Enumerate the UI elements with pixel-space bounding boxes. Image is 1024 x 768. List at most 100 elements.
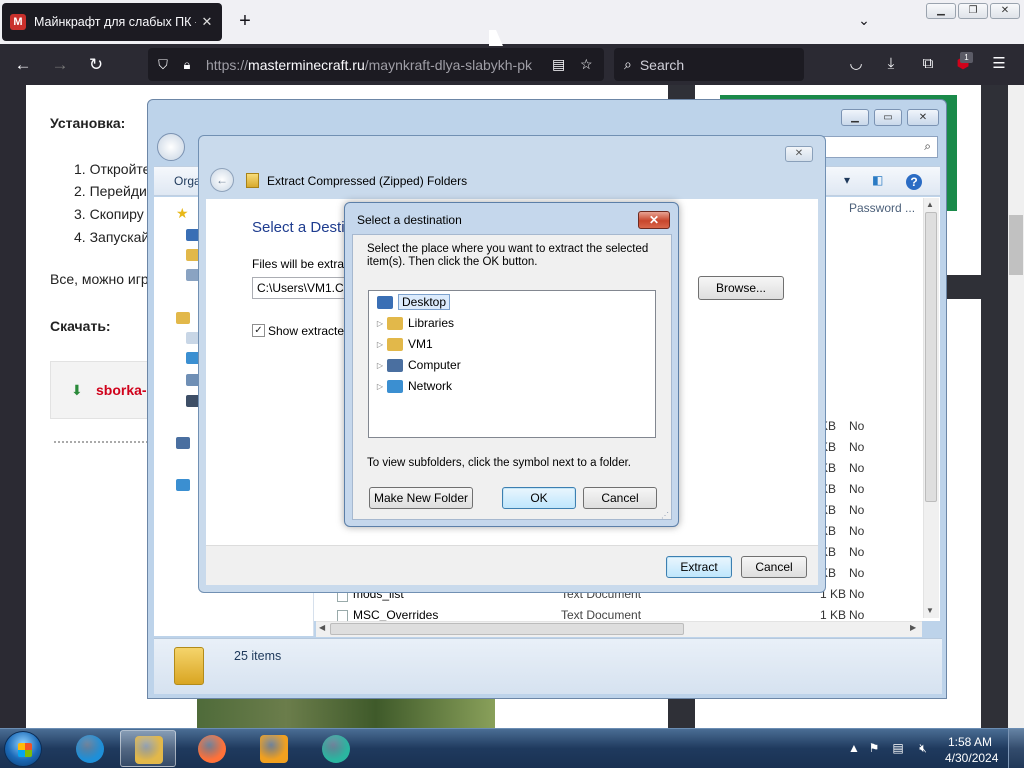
expand-arrow-icon[interactable]: ▷ — [375, 340, 385, 349]
file-list-horizontal-scroll-thumb[interactable] — [330, 623, 684, 635]
taskbar-firefox-button[interactable] — [184, 730, 240, 767]
help-icon[interactable]: ? — [906, 174, 922, 190]
lock-icon[interactable]: 🔒︎ — [178, 57, 196, 73]
file-password-protected: No — [849, 587, 865, 601]
reload-icon[interactable]: ↻ — [83, 52, 109, 78]
network-status-icon[interactable]: ▤ — [891, 741, 905, 755]
explorer-minimize-button[interactable]: ▁ — [841, 109, 869, 126]
taskbar-internet-explorer-button[interactable] — [62, 730, 118, 767]
new-tab-button[interactable]: + — [234, 10, 256, 32]
view-options-chevron-icon[interactable]: ▾ — [844, 173, 850, 187]
extract-button[interactable]: Extract — [666, 556, 732, 578]
scroll-down-arrow-icon[interactable]: ▼ — [926, 606, 934, 615]
download-box[interactable]: ⬇ sborka- — [50, 361, 160, 419]
network-icon — [387, 379, 403, 393]
wizard-back-arrow-icon[interactable]: ← — [210, 168, 234, 192]
clock-time[interactable]: 1:58 AM — [948, 735, 992, 749]
file-list-vertical-scroll-thumb[interactable] — [925, 212, 937, 502]
computer-icon[interactable] — [176, 437, 190, 449]
computer-icon — [387, 358, 403, 372]
tree-item-vm1[interactable]: ▷ VM1 — [375, 334, 433, 354]
window-restore-button[interactable]: ❐ — [958, 3, 988, 19]
wizard-cancel-button[interactable]: Cancel — [741, 556, 807, 578]
show-hidden-icons-icon[interactable]: ▲ — [847, 741, 861, 755]
back-arrow-icon[interactable]: ← — [10, 52, 36, 78]
extensions-icon[interactable]: ⧉ — [917, 53, 939, 75]
item-count: 25 items — [234, 649, 282, 663]
windows-logo-icon — [18, 743, 32, 757]
downloads-icon[interactable]: ⤓ — [880, 53, 902, 75]
scroll-up-arrow-icon[interactable]: ▲ — [926, 200, 934, 209]
tree-item-network[interactable]: ▷ Network — [375, 376, 452, 396]
file-password-protected: No — [849, 608, 865, 622]
explorer-status-bar: 25 items — [154, 638, 942, 694]
menu-hamburger-icon[interactable]: ☰ — [988, 53, 1010, 75]
expand-arrow-icon[interactable]: ▷ — [375, 361, 385, 370]
browser-tab-active[interactable]: М Майнкрафт для слабых ПК - М ✕ — [2, 3, 222, 41]
window-close-button[interactable]: ✕ — [990, 3, 1020, 19]
pocket-icon[interactable]: ◡ — [845, 53, 867, 75]
start-button[interactable] — [4, 731, 42, 767]
browser-tab-bar: М Майнкрафт для слабых ПК - М ✕ + ⌄ ▁ ❐ … — [0, 0, 1024, 44]
desktop-icon — [377, 295, 393, 309]
list-all-tabs-chevron-icon[interactable]: ⌄ — [854, 12, 874, 32]
expand-arrow-icon[interactable]: ▷ — [375, 382, 385, 391]
search-icon: ⌕ — [924, 139, 931, 153]
file-explorer-icon — [135, 736, 163, 764]
browse-button[interactable]: Browse... — [698, 276, 784, 300]
libraries-icon[interactable] — [176, 312, 190, 324]
destination-label: Files will be extracte — [252, 257, 357, 271]
url-text[interactable]: https://masterminecraft.ru/maynkraft-dly… — [206, 57, 538, 73]
show-extracted-checkbox[interactable]: ✓ — [252, 324, 265, 337]
favorites-star-icon[interactable]: ★ — [176, 205, 189, 222]
column-header-password[interactable]: Password ... — [849, 201, 915, 215]
resize-grip-icon[interactable]: ⋰ — [661, 511, 669, 520]
libraries-icon — [387, 316, 403, 330]
url-bar[interactable]: ⛉ 🔒︎ https://masterminecraft.ru/maynkraf… — [148, 48, 604, 81]
dialog-close-button[interactable]: ✕ — [638, 211, 670, 229]
taskbar-app-green-button[interactable] — [308, 730, 364, 767]
explorer-back-icon[interactable] — [157, 133, 185, 161]
organize-menu[interactable]: Orga — [174, 174, 201, 188]
tree-item-desktop[interactable]: Desktop — [375, 292, 451, 312]
taskbar-file-explorer-button[interactable] — [120, 730, 176, 767]
taskbar-media-player-button[interactable] — [246, 730, 302, 767]
dialog-cancel-button[interactable]: Cancel — [583, 487, 657, 509]
volume-muted-icon[interactable]: 🔇︎ — [916, 741, 930, 755]
page-scrollbar-thumb[interactable] — [1009, 215, 1023, 275]
explorer-close-button[interactable]: ✕ — [907, 109, 939, 126]
browser-navigation-bar: ← → ↻ ⛉ 🔒︎ https://masterminecraft.ru/ma… — [0, 44, 1024, 85]
explorer-search-input[interactable]: ⌕ — [818, 136, 938, 158]
scroll-right-arrow-icon[interactable]: ▶ — [910, 623, 916, 632]
clock-date[interactable]: 4/30/2024 — [945, 751, 998, 765]
preview-pane-icon[interactable]: ◧ — [872, 173, 883, 187]
download-link[interactable]: sborka- — [96, 382, 147, 398]
tree-item-computer[interactable]: ▷ Computer — [375, 355, 461, 375]
tree-item-label: Computer — [408, 358, 461, 372]
page-scrollbar[interactable] — [1008, 85, 1024, 728]
bookmark-star-icon[interactable]: ☆ — [580, 56, 593, 73]
forward-arrow-icon[interactable]: → — [47, 52, 73, 78]
shield-icon[interactable]: ⛉ — [154, 57, 172, 73]
ok-button[interactable]: OK — [502, 487, 576, 509]
reader-view-icon[interactable]: ▤ — [552, 56, 565, 73]
site-favicon-icon: М — [10, 14, 26, 30]
scroll-left-arrow-icon[interactable]: ◀ — [319, 623, 325, 632]
network-icon[interactable] — [176, 479, 190, 491]
show-desktop-button[interactable] — [1008, 729, 1024, 768]
search-input[interactable]: ⌕ Search — [614, 48, 804, 81]
window-minimize-button[interactable]: ▁ — [926, 3, 956, 19]
tree-item-label: Libraries — [408, 316, 455, 330]
select-destination-dialog[interactable]: Select a destination ✕ Select the place … — [344, 202, 679, 527]
expand-arrow-icon[interactable]: ▷ — [375, 319, 385, 328]
tree-item-libraries[interactable]: ▷ Libraries — [375, 313, 454, 333]
action-center-flag-icon[interactable]: ⚑ — [867, 741, 881, 755]
make-new-folder-button[interactable]: Make New Folder — [369, 487, 473, 509]
folder-tree[interactable]: Desktop ▷ Libraries ▷ VM1 ▷ Computer ▷ Network — [368, 290, 656, 438]
dialog-hint: To view subfolders, click the symbol nex… — [367, 457, 631, 469]
tab-close-icon[interactable]: ✕ — [200, 14, 214, 30]
explorer-maximize-button[interactable]: ▭ — [874, 109, 902, 126]
extension-badge: 1 — [960, 52, 973, 63]
file-name[interactable]: MSC_Overrides — [353, 608, 438, 622]
wizard-close-button[interactable]: ✕ — [785, 146, 813, 162]
